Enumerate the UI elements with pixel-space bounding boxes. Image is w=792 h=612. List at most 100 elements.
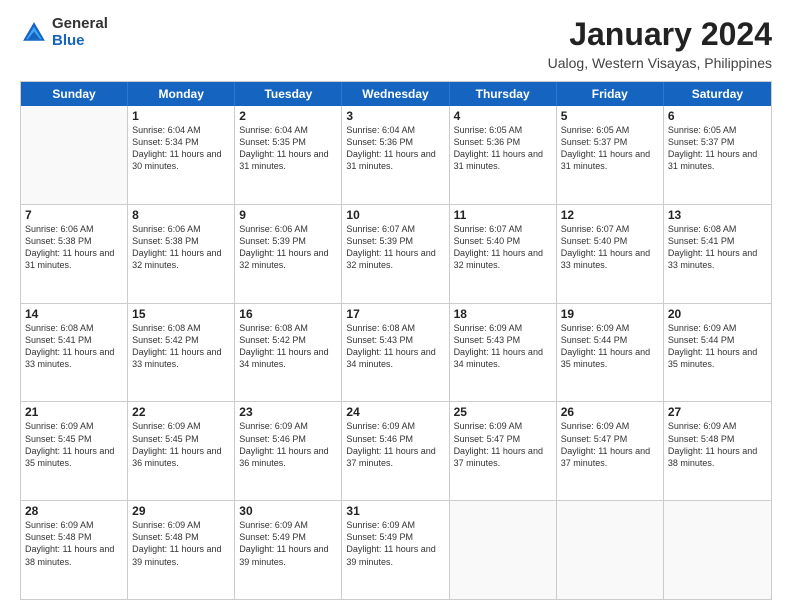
cell-info: Sunrise: 6:07 AMSunset: 5:40 PMDaylight:… (561, 223, 659, 272)
cell-info: Sunrise: 6:06 AMSunset: 5:38 PMDaylight:… (25, 223, 123, 272)
title-block: January 2024 Ualog, Western Visayas, Phi… (548, 16, 772, 71)
calendar-cell: 3Sunrise: 6:04 AMSunset: 5:36 PMDaylight… (342, 106, 449, 204)
day-number: 16 (239, 307, 337, 321)
cell-info: Sunrise: 6:08 AMSunset: 5:41 PMDaylight:… (25, 322, 123, 371)
calendar-cell: 4Sunrise: 6:05 AMSunset: 5:36 PMDaylight… (450, 106, 557, 204)
calendar-cell: 11Sunrise: 6:07 AMSunset: 5:40 PMDayligh… (450, 205, 557, 303)
header-cell-sunday: Sunday (21, 82, 128, 106)
calendar-cell: 27Sunrise: 6:09 AMSunset: 5:48 PMDayligh… (664, 402, 771, 500)
calendar-subtitle: Ualog, Western Visayas, Philippines (548, 55, 772, 71)
logo-text: General Blue (52, 16, 108, 49)
cell-info: Sunrise: 6:05 AMSunset: 5:37 PMDaylight:… (668, 124, 767, 173)
calendar-row-2: 14Sunrise: 6:08 AMSunset: 5:41 PMDayligh… (21, 304, 771, 403)
day-number: 17 (346, 307, 444, 321)
cell-info: Sunrise: 6:06 AMSunset: 5:39 PMDaylight:… (239, 223, 337, 272)
cell-info: Sunrise: 6:09 AMSunset: 5:48 PMDaylight:… (668, 420, 767, 469)
calendar-cell: 29Sunrise: 6:09 AMSunset: 5:48 PMDayligh… (128, 501, 235, 599)
calendar-cell: 1Sunrise: 6:04 AMSunset: 5:34 PMDaylight… (128, 106, 235, 204)
cell-info: Sunrise: 6:09 AMSunset: 5:46 PMDaylight:… (239, 420, 337, 469)
calendar: SundayMondayTuesdayWednesdayThursdayFrid… (20, 81, 772, 600)
cell-info: Sunrise: 6:09 AMSunset: 5:48 PMDaylight:… (25, 519, 123, 568)
day-number: 1 (132, 109, 230, 123)
calendar-cell: 8Sunrise: 6:06 AMSunset: 5:38 PMDaylight… (128, 205, 235, 303)
header-cell-saturday: Saturday (664, 82, 771, 106)
calendar-cell: 17Sunrise: 6:08 AMSunset: 5:43 PMDayligh… (342, 304, 449, 402)
calendar-cell: 6Sunrise: 6:05 AMSunset: 5:37 PMDaylight… (664, 106, 771, 204)
day-number: 9 (239, 208, 337, 222)
calendar-header-row: SundayMondayTuesdayWednesdayThursdayFrid… (21, 82, 771, 106)
calendar-cell: 7Sunrise: 6:06 AMSunset: 5:38 PMDaylight… (21, 205, 128, 303)
calendar-cell: 25Sunrise: 6:09 AMSunset: 5:47 PMDayligh… (450, 402, 557, 500)
cell-info: Sunrise: 6:04 AMSunset: 5:36 PMDaylight:… (346, 124, 444, 173)
calendar-cell: 31Sunrise: 6:09 AMSunset: 5:49 PMDayligh… (342, 501, 449, 599)
header-cell-monday: Monday (128, 82, 235, 106)
calendar-row-4: 28Sunrise: 6:09 AMSunset: 5:48 PMDayligh… (21, 501, 771, 599)
day-number: 27 (668, 405, 767, 419)
day-number: 13 (668, 208, 767, 222)
day-number: 10 (346, 208, 444, 222)
calendar-cell: 30Sunrise: 6:09 AMSunset: 5:49 PMDayligh… (235, 501, 342, 599)
cell-info: Sunrise: 6:07 AMSunset: 5:40 PMDaylight:… (454, 223, 552, 272)
cell-info: Sunrise: 6:05 AMSunset: 5:37 PMDaylight:… (561, 124, 659, 173)
day-number: 11 (454, 208, 552, 222)
calendar-cell (664, 501, 771, 599)
page: General Blue January 2024 Ualog, Western… (0, 0, 792, 612)
cell-info: Sunrise: 6:08 AMSunset: 5:42 PMDaylight:… (239, 322, 337, 371)
day-number: 26 (561, 405, 659, 419)
header-cell-thursday: Thursday (450, 82, 557, 106)
calendar-cell (21, 106, 128, 204)
calendar-cell: 10Sunrise: 6:07 AMSunset: 5:39 PMDayligh… (342, 205, 449, 303)
calendar-cell: 24Sunrise: 6:09 AMSunset: 5:46 PMDayligh… (342, 402, 449, 500)
day-number: 23 (239, 405, 337, 419)
header-cell-friday: Friday (557, 82, 664, 106)
calendar-row-1: 7Sunrise: 6:06 AMSunset: 5:38 PMDaylight… (21, 205, 771, 304)
day-number: 5 (561, 109, 659, 123)
calendar-cell: 13Sunrise: 6:08 AMSunset: 5:41 PMDayligh… (664, 205, 771, 303)
day-number: 21 (25, 405, 123, 419)
cell-info: Sunrise: 6:09 AMSunset: 5:44 PMDaylight:… (561, 322, 659, 371)
calendar-cell: 22Sunrise: 6:09 AMSunset: 5:45 PMDayligh… (128, 402, 235, 500)
day-number: 28 (25, 504, 123, 518)
logo-blue: Blue (52, 33, 108, 50)
header-cell-tuesday: Tuesday (235, 82, 342, 106)
calendar-cell: 15Sunrise: 6:08 AMSunset: 5:42 PMDayligh… (128, 304, 235, 402)
cell-info: Sunrise: 6:09 AMSunset: 5:48 PMDaylight:… (132, 519, 230, 568)
header-cell-wednesday: Wednesday (342, 82, 449, 106)
calendar-cell: 9Sunrise: 6:06 AMSunset: 5:39 PMDaylight… (235, 205, 342, 303)
calendar-cell: 19Sunrise: 6:09 AMSunset: 5:44 PMDayligh… (557, 304, 664, 402)
cell-info: Sunrise: 6:09 AMSunset: 5:46 PMDaylight:… (346, 420, 444, 469)
day-number: 29 (132, 504, 230, 518)
logo-general: General (52, 16, 108, 33)
cell-info: Sunrise: 6:04 AMSunset: 5:34 PMDaylight:… (132, 124, 230, 173)
calendar-title: January 2024 (548, 16, 772, 53)
calendar-cell: 18Sunrise: 6:09 AMSunset: 5:43 PMDayligh… (450, 304, 557, 402)
calendar-cell: 21Sunrise: 6:09 AMSunset: 5:45 PMDayligh… (21, 402, 128, 500)
calendar-cell: 2Sunrise: 6:04 AMSunset: 5:35 PMDaylight… (235, 106, 342, 204)
day-number: 24 (346, 405, 444, 419)
cell-info: Sunrise: 6:09 AMSunset: 5:43 PMDaylight:… (454, 322, 552, 371)
logo: General Blue (20, 16, 108, 49)
day-number: 8 (132, 208, 230, 222)
calendar-cell (450, 501, 557, 599)
day-number: 22 (132, 405, 230, 419)
day-number: 18 (454, 307, 552, 321)
cell-info: Sunrise: 6:09 AMSunset: 5:45 PMDaylight:… (25, 420, 123, 469)
calendar-cell: 20Sunrise: 6:09 AMSunset: 5:44 PMDayligh… (664, 304, 771, 402)
calendar-cell: 14Sunrise: 6:08 AMSunset: 5:41 PMDayligh… (21, 304, 128, 402)
cell-info: Sunrise: 6:08 AMSunset: 5:42 PMDaylight:… (132, 322, 230, 371)
cell-info: Sunrise: 6:04 AMSunset: 5:35 PMDaylight:… (239, 124, 337, 173)
calendar-cell: 5Sunrise: 6:05 AMSunset: 5:37 PMDaylight… (557, 106, 664, 204)
day-number: 6 (668, 109, 767, 123)
day-number: 30 (239, 504, 337, 518)
calendar-cell: 28Sunrise: 6:09 AMSunset: 5:48 PMDayligh… (21, 501, 128, 599)
calendar-cell: 12Sunrise: 6:07 AMSunset: 5:40 PMDayligh… (557, 205, 664, 303)
cell-info: Sunrise: 6:09 AMSunset: 5:47 PMDaylight:… (561, 420, 659, 469)
cell-info: Sunrise: 6:07 AMSunset: 5:39 PMDaylight:… (346, 223, 444, 272)
calendar-body: 1Sunrise: 6:04 AMSunset: 5:34 PMDaylight… (21, 106, 771, 599)
cell-info: Sunrise: 6:06 AMSunset: 5:38 PMDaylight:… (132, 223, 230, 272)
calendar-cell: 23Sunrise: 6:09 AMSunset: 5:46 PMDayligh… (235, 402, 342, 500)
day-number: 3 (346, 109, 444, 123)
day-number: 7 (25, 208, 123, 222)
calendar-cell (557, 501, 664, 599)
header: General Blue January 2024 Ualog, Western… (20, 16, 772, 71)
